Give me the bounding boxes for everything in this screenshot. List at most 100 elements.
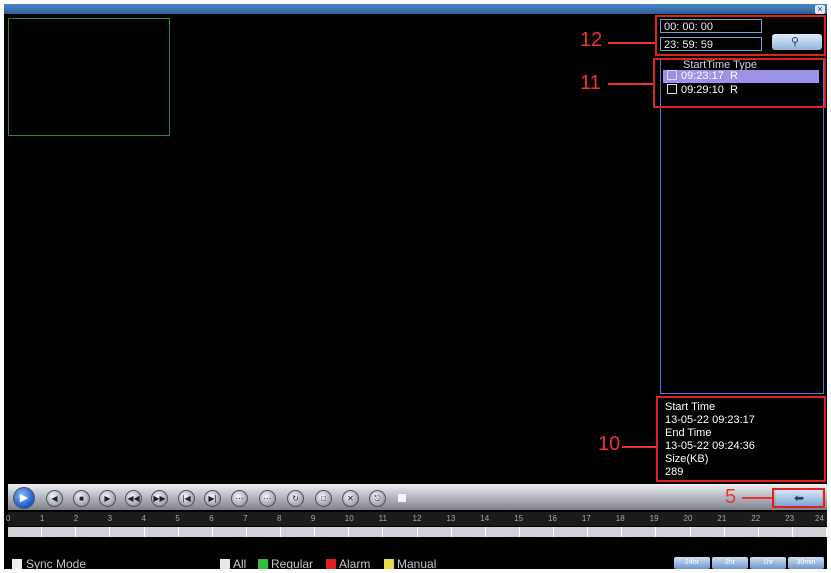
slow-forward-button[interactable]: ⋯ [259,490,276,507]
timeline-tick-label: 23 [785,514,795,523]
timeline-tick-label: 17 [581,514,591,523]
timeline-tick-label: 14 [480,514,490,523]
timeline-tick-label: 21 [717,514,727,523]
timeline-hour-cell[interactable] [656,527,691,537]
timeline-tick-label: 0 [6,514,11,523]
callout-box-12 [655,15,826,56]
legend-all[interactable]: All [220,557,246,571]
callout-line-5 [742,497,772,499]
timeline-hour-cell[interactable] [588,527,623,537]
snapshot-button[interactable]: □ [315,490,332,507]
timeline-hour-cell[interactable] [281,527,316,537]
timeline-hour-cell[interactable] [42,527,77,537]
play-button[interactable]: ▶ [13,487,35,509]
callout-11: 11 [580,72,601,94]
timeline-tick-label: 20 [683,514,693,523]
timeline-hour-cell[interactable] [178,527,213,537]
callout-box-11 [653,58,826,108]
timeline-tick-label: 22 [751,514,761,523]
timeline-tick-label: 4 [141,514,146,523]
timeline-tick-label: 7 [243,514,248,523]
zoom-2hr-button[interactable]: 2hr [712,557,748,569]
step-forward-button[interactable]: ▶ [99,490,116,507]
zoom-30min-button[interactable]: 30min [788,557,824,569]
zoom-24hr-button[interactable]: 24hr [674,557,710,569]
timeline-hour-cell[interactable] [485,527,520,537]
legend-regular[interactable]: Regular [258,557,313,571]
timeline-tick-label: 5 [175,514,180,523]
channel-window-outline[interactable] [8,18,170,136]
sync-mode-box[interactable] [12,559,22,569]
timeline-tick-label: 9 [310,514,316,523]
cut-button[interactable]: ✕ [342,490,359,507]
sync-mode-label: Sync Mode [26,557,87,571]
callout-12: 12 [580,29,603,51]
file-list: StartTime Type 09:23:17 R 09:29:10 R [660,58,824,394]
timeline-hour-cell[interactable] [76,527,111,537]
timeline-hour-cell[interactable] [690,527,725,537]
title-bar [4,4,827,14]
timeline-tick-label: 15 [514,514,524,523]
timeline-hour-cell[interactable] [383,527,418,537]
backup-button[interactable]: ⎋ [369,490,386,507]
back-arrow-icon: ⬅ [793,491,805,505]
rewind-button[interactable]: ◀◀ [125,490,142,507]
timeline-tick-label: 12 [412,514,422,523]
timeline-tick-label: 6 [209,514,214,523]
previous-file-button[interactable]: |◀ [178,490,195,507]
slow-backward-button[interactable]: ⋯ [231,490,248,507]
legend-regular-label: Regular [271,557,314,571]
timeline-tick-label: 19 [649,514,659,523]
stop-button[interactable]: ■ [73,490,90,507]
timeline-hour-cell[interactable] [144,527,179,537]
callout-line-10 [622,446,656,448]
timeline-hour-cell[interactable] [724,527,759,537]
legend-manual-label: Manual [397,557,437,571]
callout-10: 10 [598,433,621,455]
alarm-swatch[interactable] [326,559,336,569]
fast-forward-button[interactable]: ▶▶ [151,490,168,507]
timeline-hour-cell[interactable] [758,527,793,537]
callout-line-11 [608,83,653,85]
callout-5: 5 [725,486,737,508]
next-file-button[interactable]: ▶| [204,490,221,507]
all-swatch[interactable] [220,559,230,569]
legend-alarm[interactable]: Alarm [326,557,370,571]
timeline-tick-label: 3 [107,514,113,523]
timeline-hour-cell[interactable] [554,527,589,537]
timeline-hour-cell[interactable] [451,527,486,537]
timeline-tick-label: 13 [446,514,456,523]
timeline-track[interactable] [8,527,827,537]
timeline-hour-cell[interactable] [110,527,145,537]
back-button[interactable]: ⬅ [776,490,822,506]
timeline-tick-label: 11 [378,514,387,523]
sync-mode-checkbox[interactable]: Sync Mode [12,557,86,571]
timeline-tick-label: 18 [615,514,625,523]
timeline-hour-cell[interactable] [212,527,247,537]
timeline-tick-label: 16 [548,514,557,523]
manual-swatch[interactable] [384,559,394,569]
legend-all-label: All [233,557,247,571]
timeline-hour-cell[interactable] [8,527,43,537]
timeline-hour-cell[interactable] [246,527,281,537]
timeline-hour-cell[interactable] [519,527,554,537]
timeline-hour-cell[interactable] [315,527,350,537]
timeline-hour-cell[interactable] [349,527,384,537]
timeline-tick-label: 24 [815,514,824,523]
callout-line-12 [608,42,655,44]
timeline-hour-cell[interactable] [622,527,657,537]
zoom-1hr-button[interactable]: 1hr [750,557,786,569]
timeline-hour-cell[interactable] [417,527,452,537]
loop-button[interactable]: ↻ [287,490,304,507]
regular-swatch[interactable] [258,559,268,569]
close-icon[interactable]: × [815,5,825,14]
timeline-tick-label: 2 [73,514,79,523]
timeline-tick-label: 10 [344,514,354,523]
legend-alarm-label: Alarm [339,557,371,571]
timeline-tick-label: 1 [39,514,45,523]
legend-manual[interactable]: Manual [384,557,436,571]
status-square-icon [398,494,406,502]
timeline-hour-cell[interactable] [792,527,827,537]
step-back-button[interactable]: ◀ [46,490,63,507]
callout-box-10 [656,396,826,482]
